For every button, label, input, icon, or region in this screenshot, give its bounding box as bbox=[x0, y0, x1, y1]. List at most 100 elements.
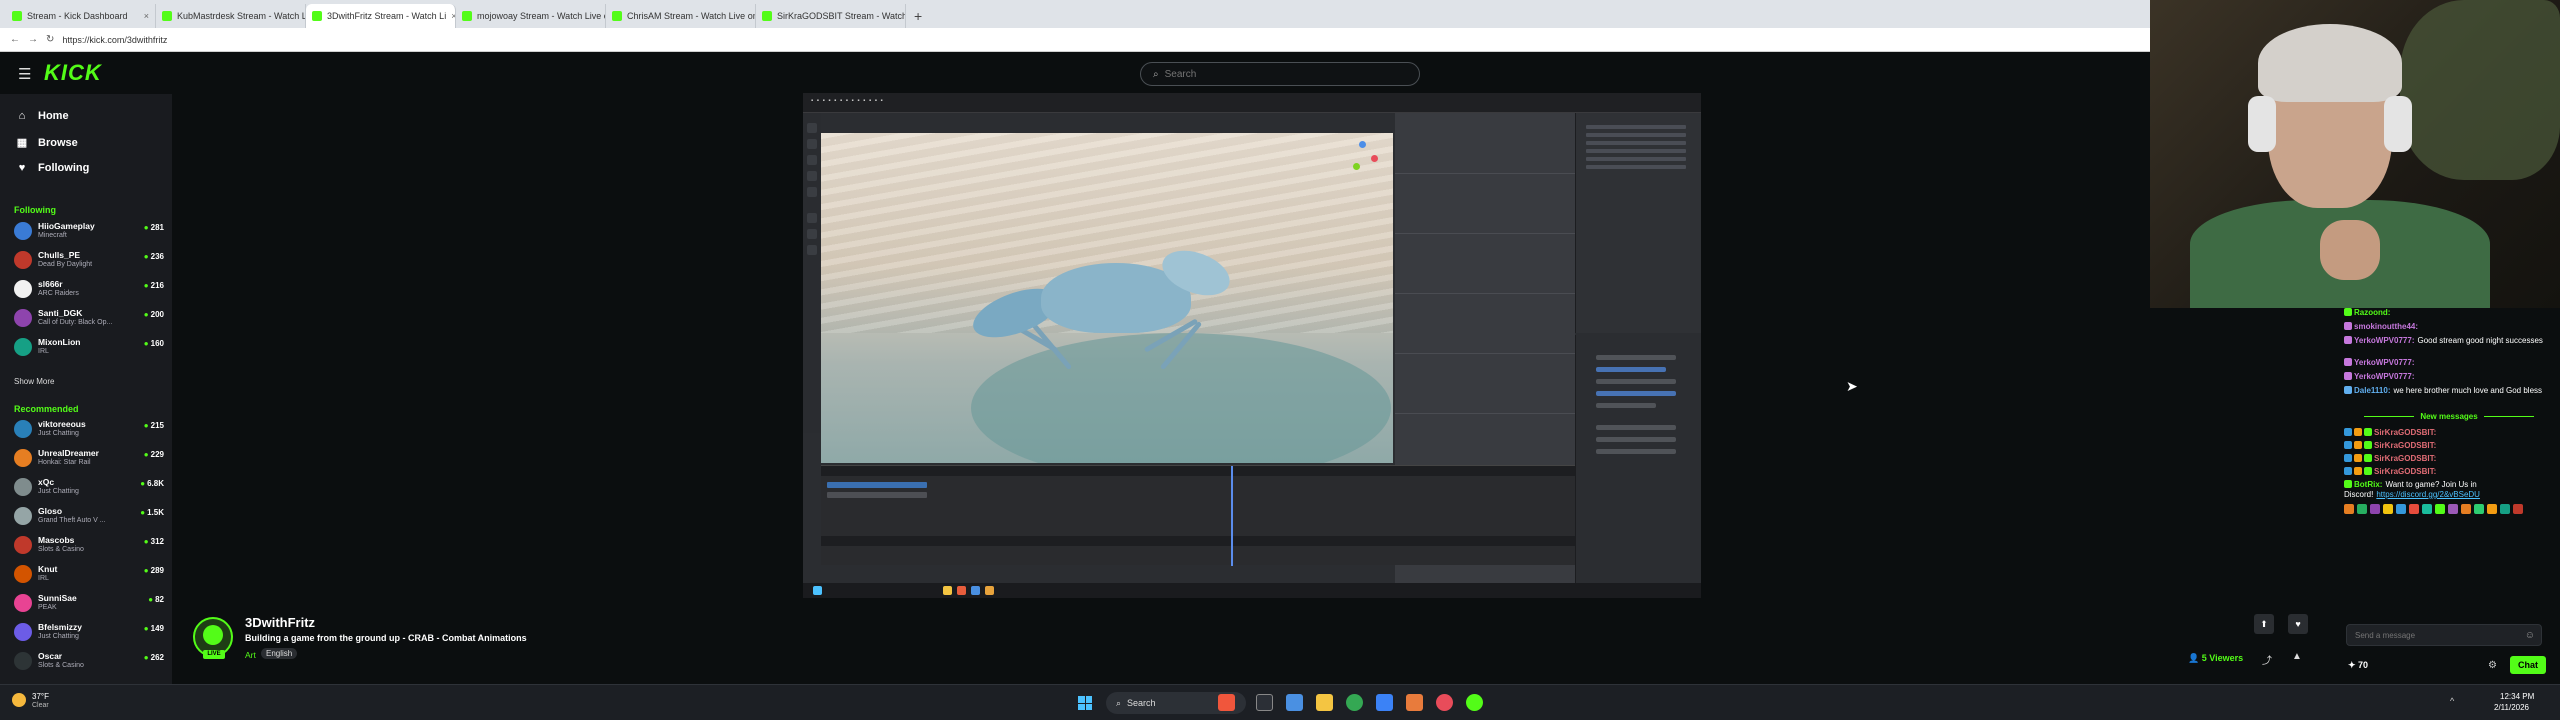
show-more-link[interactable]: Show More bbox=[14, 377, 54, 386]
sidebar-item-home[interactable]: ⌂ Home bbox=[16, 110, 69, 122]
share-icon[interactable]: ⤴ bbox=[2262, 652, 2272, 667]
emote-icon[interactable] bbox=[2474, 504, 2484, 514]
sidebar-channel[interactable]: Chulls_PE Dead By Daylight ● 236 bbox=[14, 247, 164, 273]
chat-username[interactable]: BotRix: bbox=[2354, 480, 2382, 489]
sidebar-channel[interactable]: HiioGameplay Minecraft ● 281 bbox=[14, 218, 164, 244]
navigation-gizmo bbox=[1343, 141, 1383, 181]
chat-username[interactable]: smokinoutthe44: bbox=[2354, 322, 2418, 331]
chat-badge-icon bbox=[2344, 336, 2352, 344]
blender-menu-text: ▪ ▪ ▪ ▪ ▪ ▪ ▪ ▪ ▪ ▪ ▪ ▪ ▪ bbox=[811, 98, 884, 104]
browser-tab[interactable]: SirKraGODSBIT Stream - Watch Li× bbox=[756, 4, 906, 28]
clock-time[interactable]: 12:34 PM bbox=[2500, 692, 2534, 701]
viewer-count-text: 5 Viewers bbox=[2201, 653, 2244, 663]
new-messages-divider[interactable]: New messages bbox=[2344, 412, 2554, 421]
url-field[interactable]: https://kick.com/3dwithfritz bbox=[62, 35, 167, 45]
emote-icon[interactable] bbox=[2409, 504, 2419, 514]
emote-icon[interactable] bbox=[2448, 504, 2458, 514]
send-chat-button[interactable]: Chat bbox=[2510, 656, 2546, 674]
sidebar-channel[interactable]: Bfelsmizzy Just Chatting ● 149 bbox=[14, 619, 164, 645]
app-icon[interactable] bbox=[1436, 694, 1453, 711]
taskview-icon[interactable] bbox=[1256, 694, 1273, 711]
sidebar-channel[interactable]: sl666r ARC Raiders ● 216 bbox=[14, 276, 164, 302]
emote-icon[interactable] bbox=[2461, 504, 2471, 514]
sidebar-item-browse[interactable]: ▦ Browse bbox=[16, 136, 78, 150]
viewer-count-text: 1.5K bbox=[147, 508, 164, 517]
sidebar-channel[interactable]: Knut IRL ● 289 bbox=[14, 561, 164, 587]
emote-icon[interactable] bbox=[2435, 504, 2445, 514]
back-icon[interactable]: ← bbox=[10, 34, 20, 45]
chat-username[interactable]: SirKraGODSBIT: bbox=[2374, 441, 2436, 450]
category-link[interactable]: Art bbox=[245, 650, 256, 660]
browser-tab[interactable]: mojowoay Stream - Watch Live o× bbox=[456, 4, 606, 28]
browser-tab[interactable]: ChrisAM Stream - Watch Live on K× bbox=[606, 4, 756, 28]
sidebar-channel[interactable]: Oscar Slots & Casino ● 262 bbox=[14, 648, 164, 674]
search-bar[interactable]: ⌕ bbox=[1140, 62, 1420, 86]
emote-icon[interactable] bbox=[2487, 504, 2497, 514]
sidebar-channel[interactable]: Gloso Grand Theft Auto V ... ● 1.5K bbox=[14, 503, 164, 529]
follow-heart-icon[interactable]: ♥ bbox=[2288, 614, 2308, 634]
weather-icon[interactable] bbox=[12, 693, 26, 707]
forward-icon[interactable]: → bbox=[28, 34, 38, 45]
video-player[interactable]: ▪ ▪ ▪ ▪ ▪ ▪ ▪ ▪ ▪ ▪ ▪ ▪ ▪ bbox=[803, 93, 1701, 598]
blender-icon[interactable] bbox=[1406, 694, 1423, 711]
emote-icon[interactable] bbox=[2500, 504, 2510, 514]
sidebar-channel[interactable]: Mascobs Slots & Casino ● 312 bbox=[14, 532, 164, 558]
gift-icon[interactable]: ⬆ bbox=[2254, 614, 2274, 634]
app-icon[interactable] bbox=[1218, 694, 1235, 711]
kick-logo[interactable]: KICK bbox=[44, 60, 102, 86]
app-icon[interactable] bbox=[1376, 694, 1393, 711]
sidebar-item-following[interactable]: ♥ Following bbox=[16, 162, 90, 174]
reload-icon[interactable]: ↻ bbox=[46, 34, 54, 45]
chat-username[interactable]: YerkoWPV0777: bbox=[2354, 336, 2414, 345]
channel-points[interactable]: ✦ 70 bbox=[2348, 660, 2368, 671]
chat-username[interactable]: Dale1110: bbox=[2354, 386, 2390, 395]
chat-username[interactable]: SirKraGODSBIT: bbox=[2374, 428, 2436, 437]
streamer-name[interactable]: 3DwithFritz bbox=[245, 615, 315, 630]
sidebar-channel[interactable]: xQc Just Chatting ● 6.8K bbox=[14, 474, 164, 500]
clock-date[interactable]: 2/11/2026 bbox=[2494, 703, 2529, 712]
sidebar-channel[interactable]: viktoreeous Just Chatting ● 215 bbox=[14, 416, 164, 442]
app-icon[interactable] bbox=[1286, 694, 1303, 711]
chrome-icon[interactable] bbox=[1346, 694, 1363, 711]
chat-username[interactable]: SirKraGODSBIT: bbox=[2374, 467, 2436, 476]
windows-start-button[interactable] bbox=[1078, 696, 1092, 710]
close-tab-icon[interactable]: × bbox=[144, 11, 149, 21]
sidebar-channel[interactable]: Santi_DGK Call of Duty: Black Op... ● 200 bbox=[14, 305, 164, 331]
emote-icon[interactable] bbox=[2422, 504, 2432, 514]
browser-tab[interactable]: 3DwithFritz Stream - Watch Li × bbox=[306, 4, 456, 28]
chat-input[interactable] bbox=[2347, 625, 2517, 646]
browser-tab[interactable]: Stream - Kick Dashboard × bbox=[6, 4, 156, 28]
browser-tab[interactable]: KubMastrdesk Stream - Watch Li× bbox=[156, 4, 306, 28]
chat-input-box[interactable]: ☺ bbox=[2346, 624, 2542, 646]
sidebar-channel[interactable]: SunniSae PEAK ● 82 bbox=[14, 590, 164, 616]
gear-icon[interactable]: ⚙ bbox=[2488, 660, 2497, 671]
chat-username[interactable]: SirKraGODSBIT: bbox=[2374, 454, 2436, 463]
chat-username[interactable]: YerkoWPV0777: bbox=[2354, 372, 2414, 381]
search-input[interactable] bbox=[1164, 68, 1385, 80]
app-icon[interactable] bbox=[1466, 694, 1483, 711]
chat-username[interactable]: YerkoWPV0777: bbox=[2354, 358, 2414, 367]
sidebar-channel[interactable]: UnrealDreamer Honkai: Star Rail ● 229 bbox=[14, 445, 164, 471]
emote-icon[interactable] bbox=[2383, 504, 2393, 514]
gizmo-z-axis bbox=[1359, 141, 1366, 148]
emote-icon[interactable] bbox=[2357, 504, 2367, 514]
language-tag[interactable]: English bbox=[261, 648, 298, 659]
file-explorer-icon[interactable] bbox=[1316, 694, 1333, 711]
tool-icon bbox=[807, 155, 817, 165]
emote-icon[interactable] bbox=[2513, 504, 2523, 514]
emote-icon[interactable] bbox=[2344, 504, 2354, 514]
emote-icon[interactable] bbox=[2370, 504, 2380, 514]
app-icon bbox=[957, 586, 966, 595]
tray-chevron-icon[interactable]: ^ bbox=[2450, 696, 2454, 706]
chat-username[interactable]: Razoond: bbox=[2354, 308, 2390, 317]
viewer-count-text: 262 bbox=[150, 653, 164, 662]
chat-message: Dale1110: we here brother much love and G… bbox=[2344, 386, 2554, 396]
viewer-count: ● 200 bbox=[144, 310, 164, 319]
hamburger-menu-icon[interactable]: ☰ bbox=[18, 65, 31, 83]
emote-icon[interactable] bbox=[2396, 504, 2406, 514]
sidebar-channel[interactable]: MixonLion IRL ● 160 bbox=[14, 334, 164, 360]
new-tab-button[interactable]: + bbox=[906, 8, 930, 28]
more-icon[interactable]: ▲ bbox=[2292, 651, 2302, 662]
discord-link[interactable]: https://discord.gg/2&vBSeDU bbox=[2376, 490, 2480, 499]
emoji-icon[interactable]: ☺ bbox=[2525, 630, 2535, 641]
